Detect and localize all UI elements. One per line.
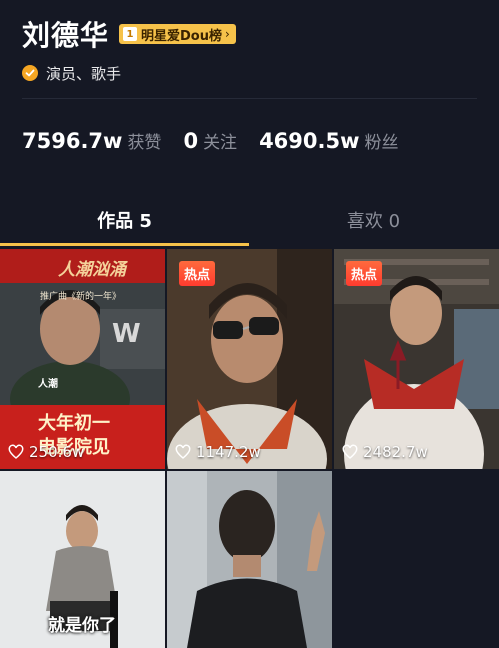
tab-liked[interactable]: 喜欢 0 [249,200,498,240]
stat-following[interactable]: 0 关注 [183,128,237,153]
like-count-value: 250.6w [29,443,85,461]
like-count: 2482.7w [342,443,428,461]
poster-small-text: 人潮 [38,379,58,390]
active-tab-indicator [0,243,249,246]
like-count: 250.6w [8,443,84,461]
stat-value: 7596.7w [22,129,123,153]
poster-line-1: 大年初一 [38,413,110,434]
verification-description: 演员、歌手 [46,64,122,83]
heart-icon [342,444,358,459]
profile-stats: 7596.7w 获赞 0 关注 4690.5w 粉丝 [22,128,421,153]
like-count: 1147.2w [175,443,261,461]
stat-label: 关注 [203,133,238,153]
video-thumbnail-3[interactable]: 热点 2482.7w [334,249,499,469]
poster-title: 人潮汹涌 [58,260,126,280]
chevron-right-icon: › [225,27,230,41]
stat-value: 0 [183,129,199,153]
hot-badge: 热点 [179,261,216,286]
rank-number: 1 [123,27,138,41]
video-thumbnail-5[interactable] [167,471,332,648]
stat-label: 粉丝 [364,133,399,153]
tab-works[interactable]: 作品 5 [0,200,249,240]
stat-value: 4690.5w [259,129,360,153]
like-count-value: 1147.2w [196,443,261,461]
rank-label: 明星爱Dou榜 [141,28,222,44]
video-thumbnail-1[interactable]: 人潮汹涌 推广曲《新的一年》 W 人潮 大年初一 电影院见 250.6w [0,249,165,469]
profile-header: 刘德华 1 明星爱Dou榜 › 演员、歌手 [22,14,482,84]
poster-letter: W [112,319,141,349]
video-thumbnail-2[interactable]: 热点 1147.2w [167,249,332,469]
star-rank-badge[interactable]: 1 明星爱Dou榜 › [119,24,236,44]
video-thumbnail-4[interactable]: 就是你了 [0,471,165,648]
heart-icon [8,444,24,459]
video-caption: 就是你了 [48,616,116,636]
like-count-value: 2482.7w [363,443,428,461]
poster-subtitle: 推广曲《新的一年》 [40,292,122,302]
stat-followers[interactable]: 4690.5w 粉丝 [259,128,398,153]
profile-tabs: 作品 5 喜欢 0 [0,200,499,246]
header-divider [22,98,477,99]
stat-likes[interactable]: 7596.7w 获赞 [22,128,161,153]
heart-icon [175,444,191,459]
stat-label: 获赞 [127,133,162,153]
profile-name: 刘德华 [22,19,110,52]
verified-check-icon [22,65,38,81]
hot-badge: 热点 [346,261,383,286]
